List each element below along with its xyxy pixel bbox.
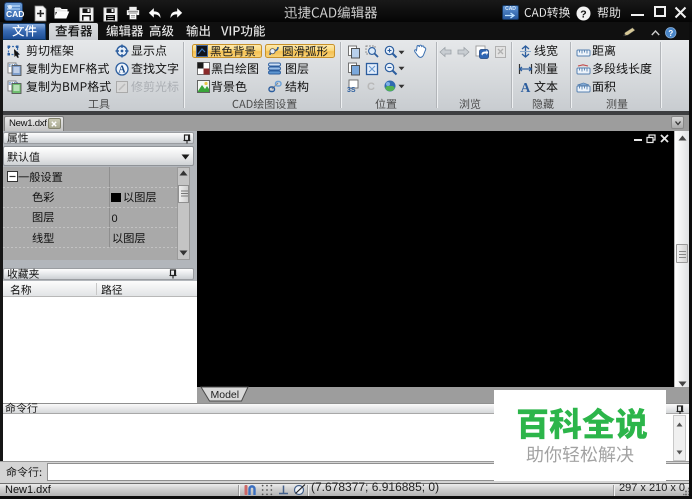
svg-text:A: A	[521, 80, 531, 95]
svg-text:A: A	[118, 65, 126, 76]
svg-text:?: ?	[580, 8, 586, 20]
svg-text:C: C	[367, 81, 375, 93]
svg-text:?: ?	[668, 28, 673, 37]
svg-text:3S: 3S	[347, 87, 356, 94]
